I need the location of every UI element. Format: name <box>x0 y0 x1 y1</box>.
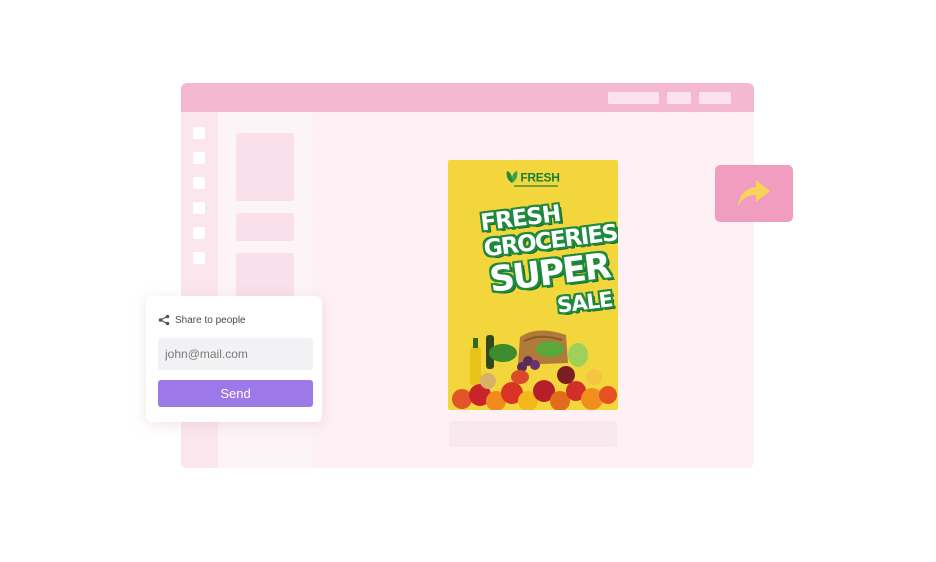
share-icon <box>158 314 170 326</box>
tool-icon[interactable] <box>193 227 205 239</box>
poster-brand-name: FRESH <box>520 170 560 185</box>
forward-arrow-icon <box>738 180 770 206</box>
template-thumbnail[interactable] <box>236 133 294 201</box>
headline-line: SALE <box>555 287 614 318</box>
poster-headline: FRESH GROCERIES SUPER SALE <box>449 188 618 318</box>
title-bar <box>181 83 754 112</box>
template-thumbnail[interactable] <box>236 253 294 297</box>
tool-icon[interactable] <box>193 252 205 264</box>
share-dialog: Share to people Send <box>146 296 322 422</box>
send-button[interactable]: Send <box>158 380 313 407</box>
email-field[interactable] <box>158 338 313 370</box>
titlebar-button-placeholder[interactable] <box>667 92 691 104</box>
tool-icon[interactable] <box>193 127 205 139</box>
tool-icon[interactable] <box>193 202 205 214</box>
page-placeholder <box>449 421 617 447</box>
produce-basket-image <box>452 330 617 410</box>
share-dialog-header: Share to people <box>158 313 246 327</box>
titlebar-menu-placeholder[interactable] <box>608 92 659 104</box>
tool-icon[interactable] <box>193 152 205 164</box>
template-thumbnail[interactable] <box>236 213 294 241</box>
tool-icon[interactable] <box>193 177 205 189</box>
share-dialog-title: Share to people <box>175 314 246 326</box>
brand-tagline-bar <box>514 185 558 187</box>
share-forward-button[interactable] <box>715 165 793 222</box>
grocery-sale-poster[interactable]: FRESH FRESH GROCERIES SUPER SALE <box>448 160 618 410</box>
titlebar-button-placeholder[interactable] <box>699 92 731 104</box>
